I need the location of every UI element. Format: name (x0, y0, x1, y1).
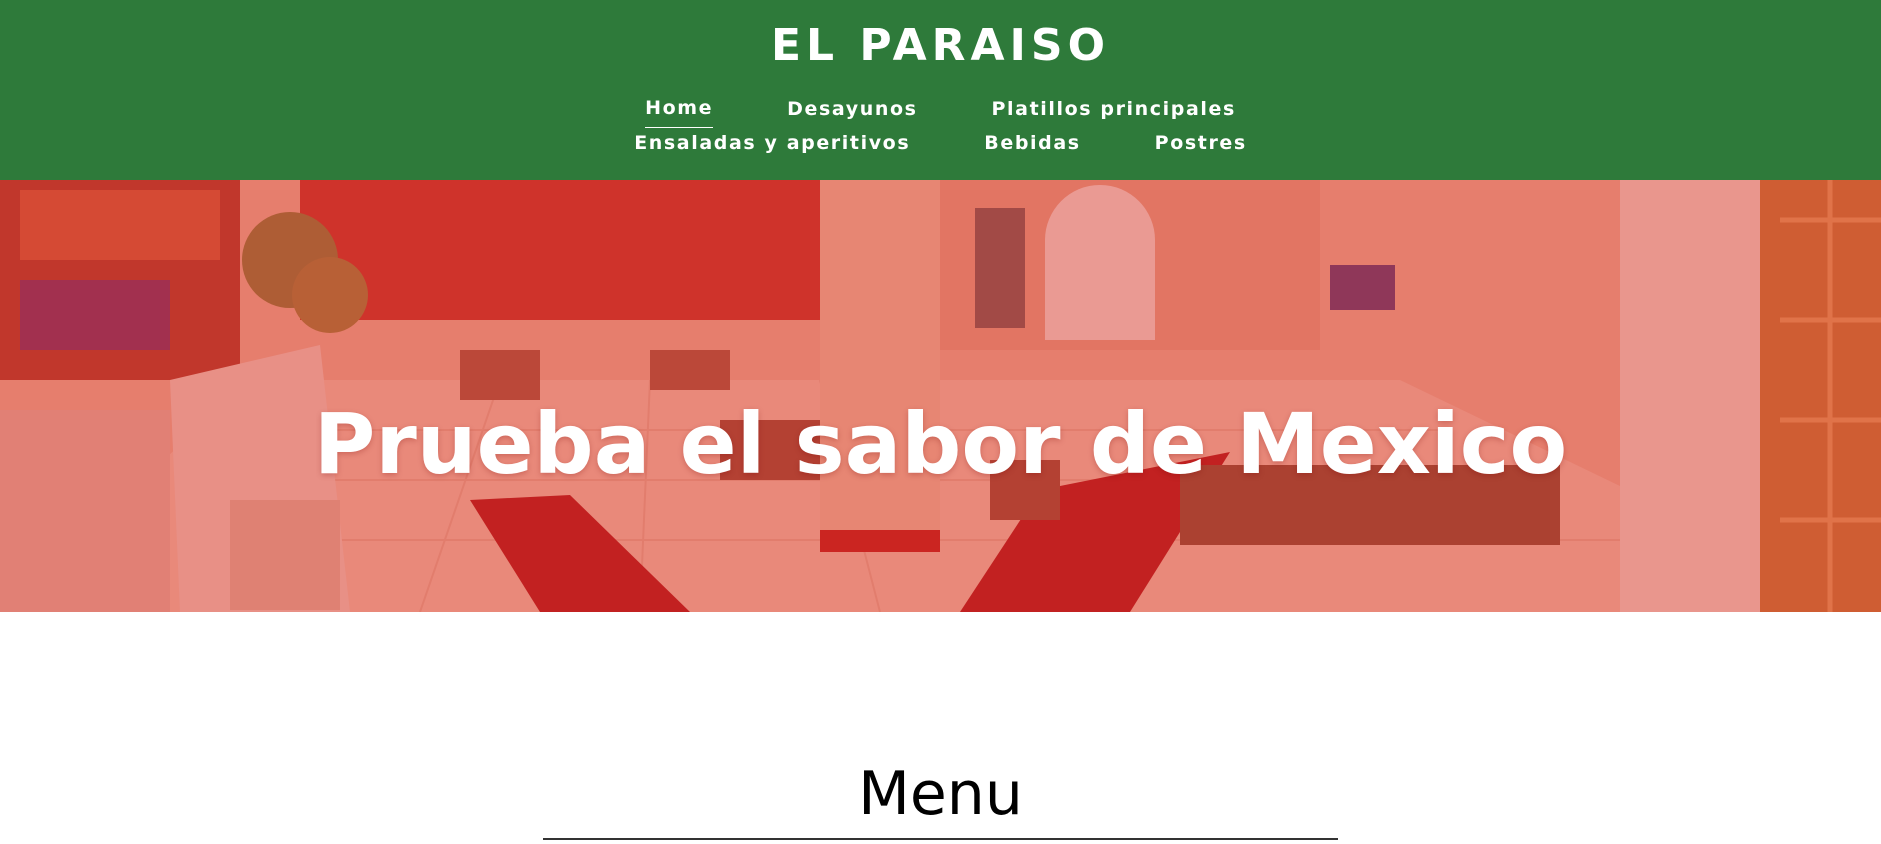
nav-desayunos[interactable]: Desayunos (787, 94, 917, 128)
site-header: EL PARAISO Home Desayunos Platillos prin… (0, 0, 1881, 180)
nav-ensaladas-aperitivos[interactable]: Ensaladas y aperitivos (634, 128, 910, 162)
main-nav: Home Desayunos Platillos principales Ens… (0, 94, 1881, 162)
nav-row-1: Home Desayunos Platillos principales (0, 94, 1881, 128)
nav-platillos-principales[interactable]: Platillos principales (992, 94, 1236, 128)
hero-title: Prueba el sabor de Mexico (313, 395, 1568, 494)
nav-postres[interactable]: Postres (1155, 128, 1247, 162)
nav-home[interactable]: Home (645, 94, 714, 128)
menu-divider (543, 838, 1338, 840)
nav-row-2: Ensaladas y aperitivos Bebidas Postres (0, 128, 1881, 162)
menu-section: Menu (0, 612, 1881, 844)
hero-banner: Prueba el sabor de Mexico (0, 180, 1881, 612)
menu-heading: Menu (858, 758, 1023, 829)
brand-logo[interactable]: EL PARAISO (0, 18, 1881, 74)
nav-bebidas[interactable]: Bebidas (984, 128, 1080, 162)
